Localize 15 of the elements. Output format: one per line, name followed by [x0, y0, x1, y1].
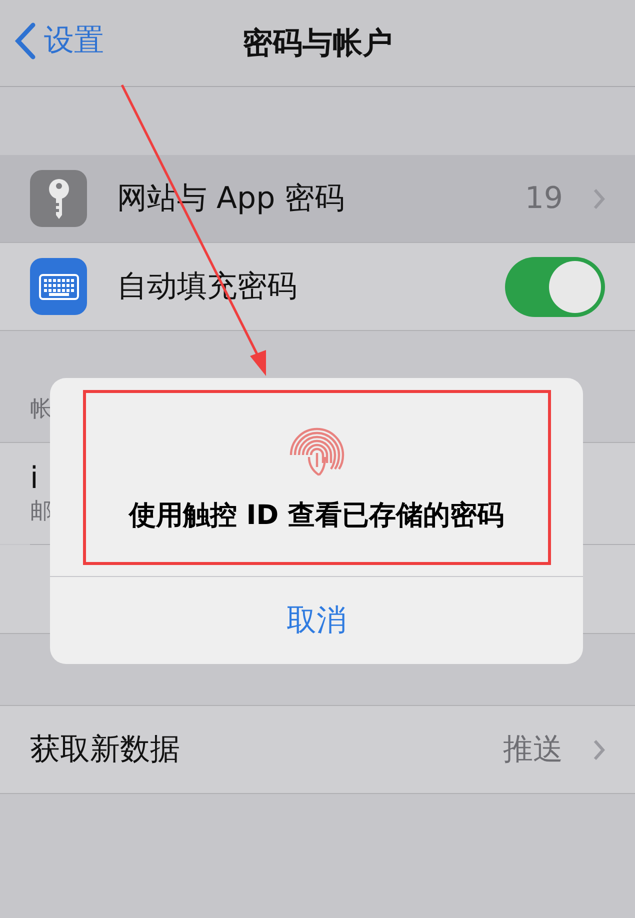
section-header: 帐 [30, 396, 52, 424]
chevron-icon [593, 738, 605, 760]
back-chevron-icon [14, 22, 36, 60]
row-label: 获取新数据 [30, 731, 181, 769]
account-subtitle: 邮 [30, 498, 52, 526]
cancel-button[interactable]: 取消 [50, 577, 583, 664]
key-icon [30, 170, 87, 227]
page-title: 密码与帐户 [242, 24, 392, 62]
dialog-message: 使用触控 ID 查看已存储的密码 [128, 498, 504, 532]
chevron-icon [593, 188, 605, 210]
row-value: 19 [524, 181, 563, 216]
keyboard-icon [30, 258, 87, 315]
row-value: 推送 [503, 731, 563, 769]
account-title: i [30, 461, 38, 496]
settings-row[interactable]: 获取新数据 推送 [0, 706, 635, 794]
